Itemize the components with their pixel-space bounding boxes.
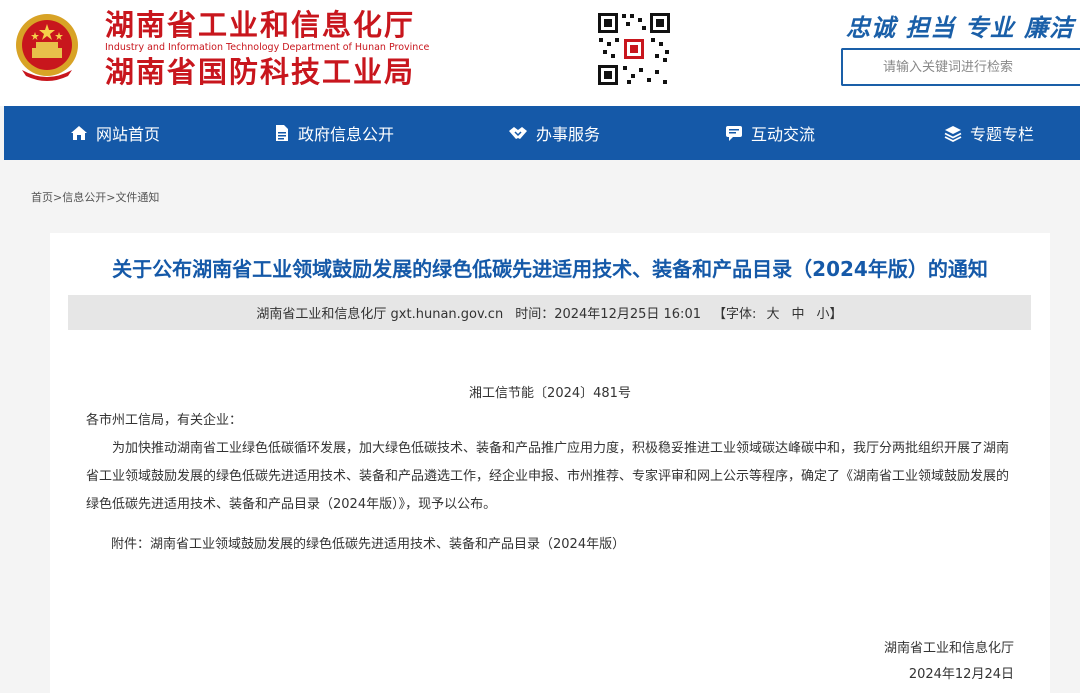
search-box[interactable] bbox=[841, 48, 1080, 86]
nav-item-label: 政府信息公开 bbox=[298, 125, 395, 144]
font-size-medium-button[interactable]: 中 bbox=[792, 307, 805, 322]
document-number: 湘工信节能〔2024〕481号 bbox=[469, 386, 631, 401]
article-panel: 关于公布湖南省工业领域鼓励发展的绿色低碳先进适用技术、装备和产品目录（2024年… bbox=[50, 233, 1050, 693]
national-emblem-icon bbox=[16, 14, 78, 81]
nav-item-topics[interactable]: 专题专栏 bbox=[944, 106, 1034, 160]
nav-item-gov-info[interactable]: 政府信息公开 bbox=[274, 106, 394, 160]
nav-item-interaction[interactable]: 互动交流 bbox=[725, 106, 815, 160]
site-header: 湖南省工业和信息化厅 Industry and Information Tech… bbox=[0, 0, 1080, 106]
slogan: 忠诚 担当 专业 廉洁 bbox=[846, 14, 1075, 42]
nav-item-label: 互动交流 bbox=[751, 125, 816, 144]
site-title-english: Industry and Information Technology Depa… bbox=[105, 42, 430, 53]
article-meta-bar: 湖南省工业和信息化厅 gxt.hunan.gov.cn 时间：2024年12月2… bbox=[68, 295, 1031, 330]
site-subtitle: 湖南省国防科技工业局 bbox=[105, 55, 416, 89]
document-icon bbox=[276, 125, 288, 141]
font-size-label: 【字体: bbox=[712, 307, 757, 322]
nav-item-label: 办事服务 bbox=[536, 125, 601, 144]
nav-item-services[interactable]: 办事服务 bbox=[508, 106, 600, 160]
breadcrumb-notices[interactable]: 文件通知 bbox=[115, 191, 159, 204]
main-nav: 网站首页 政府信息公开 办事服务 互动交流 专题专栏 bbox=[4, 106, 1080, 160]
article-title: 关于公布湖南省工业领域鼓励发展的绿色低碳先进适用技术、装备和产品目录（2024年… bbox=[112, 257, 988, 281]
nav-item-label: 网站首页 bbox=[96, 125, 161, 144]
home-icon bbox=[71, 126, 87, 140]
nav-item-home[interactable]: 网站首页 bbox=[70, 106, 160, 160]
nav-item-label: 专题专栏 bbox=[970, 125, 1035, 144]
article-body: 各市州工信局，有关企业： 为加快推动湖南省工业绿色低碳循环发展，加大绿色低碳技术… bbox=[86, 407, 1016, 519]
site-title-block: 湖南省工业和信息化厅 Industry and Information Tech… bbox=[105, 8, 429, 90]
attachment-link[interactable]: 附件：湖南省工业领域鼓励发展的绿色低碳先进适用技术、装备和产品目录（2024年版… bbox=[111, 533, 625, 552]
article-addressee: 各市州工信局，有关企业： bbox=[86, 413, 243, 428]
breadcrumb-info-public[interactable]: 信息公开 bbox=[62, 191, 106, 204]
time-value: 2024年12月25日 16:01 bbox=[554, 307, 701, 322]
breadcrumb-separator: > bbox=[53, 191, 63, 204]
signature-date: 2024年12月24日 bbox=[908, 667, 1014, 682]
font-size-large-button[interactable]: 大 bbox=[767, 307, 780, 322]
time-label: 时间： bbox=[515, 307, 555, 322]
search-input[interactable] bbox=[843, 50, 1080, 84]
article-paragraph: 为加快推动湖南省工业绿色低碳循环发展，加大绿色低碳技术、装备和产品推广应用力度，… bbox=[86, 441, 1010, 512]
handshake-icon bbox=[509, 127, 527, 139]
chat-icon bbox=[726, 125, 742, 141]
article-time: 时间：2024年12月25日 16:01 bbox=[515, 303, 701, 322]
breadcrumb-home[interactable]: 首页 bbox=[31, 191, 53, 204]
breadcrumb: 首页>信息公开>文件通知 bbox=[31, 189, 159, 205]
site-title: 湖南省工业和信息化厅 bbox=[105, 8, 416, 42]
font-size-control: 【字体: 大中小】 bbox=[713, 303, 843, 322]
article-source: 湖南省工业和信息化厅 gxt.hunan.gov.cn bbox=[256, 307, 504, 322]
layers-icon bbox=[944, 125, 962, 142]
signature-organization: 湖南省工业和信息化厅 bbox=[883, 641, 1014, 656]
qr-code-icon bbox=[596, 11, 672, 87]
font-size-small-button[interactable]: 小】 bbox=[817, 307, 843, 322]
